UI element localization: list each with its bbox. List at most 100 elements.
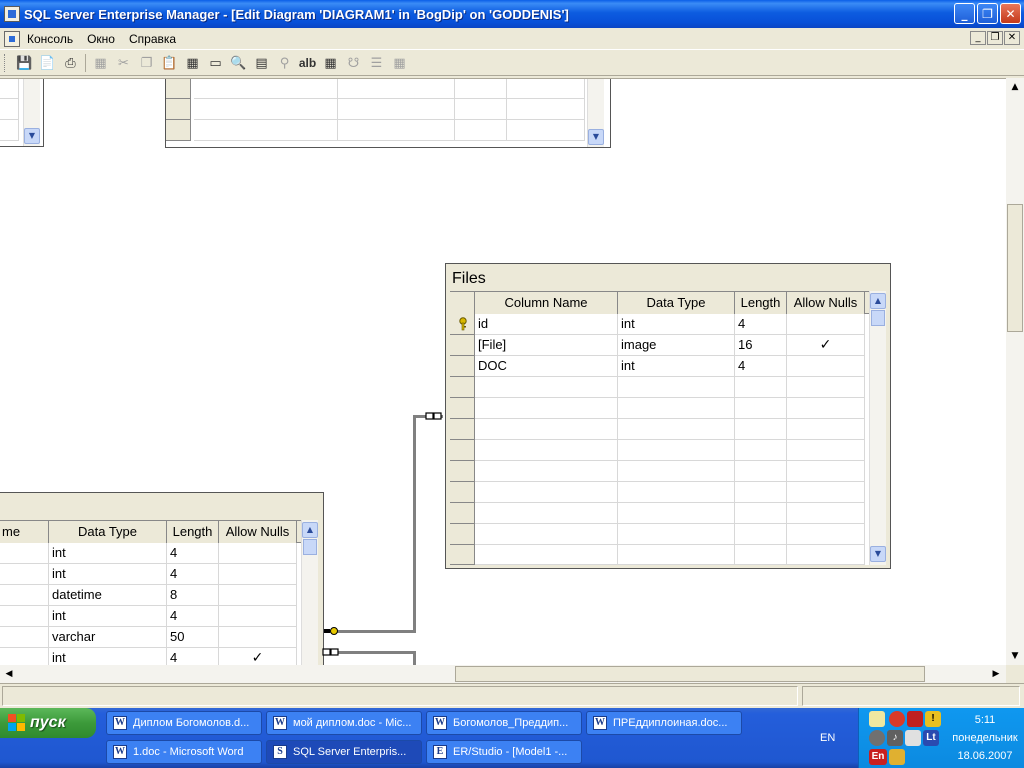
taskbar-button[interactable]: Wмой диплом.doc - Mic... (266, 711, 422, 735)
length-cell[interactable]: 4 (167, 564, 219, 585)
mdi-minimize-button[interactable]: _ (970, 31, 986, 45)
manage-indexes-icon[interactable]: ☰ (365, 52, 388, 74)
tray-app-icon[interactable] (889, 711, 905, 727)
allow-nulls-cell[interactable] (219, 564, 297, 585)
language-indicator[interactable]: EN (820, 732, 835, 744)
allow-nulls-cell[interactable] (219, 585, 297, 606)
row-selector[interactable] (450, 440, 475, 461)
horizontal-scroll-thumb[interactable] (455, 666, 925, 682)
zoom-icon[interactable]: 🔍 (227, 52, 250, 74)
minimize-button[interactable]: _ (954, 3, 975, 24)
data-type-cell[interactable]: varchar (49, 627, 167, 648)
length-cell[interactable]: 4 (735, 314, 787, 335)
new-table-icon[interactable]: ▦ (89, 52, 112, 74)
row-selector[interactable] (450, 314, 475, 335)
row-selector[interactable] (450, 524, 475, 545)
data-type-cell[interactable]: int (49, 606, 167, 627)
save-icon[interactable]: 💾 (13, 52, 36, 74)
tray-app-icon[interactable]: Lt (923, 730, 939, 746)
taskbar-button[interactable]: E ER/Studio - [Model1 -... (426, 740, 582, 764)
mdi-restore-button[interactable]: ❐ (987, 31, 1003, 45)
length-cell[interactable]: 8 (167, 585, 219, 606)
scroll-thumb[interactable] (303, 539, 317, 555)
toolbar-grip[interactable] (4, 54, 7, 72)
scroll-down-icon[interactable]: ▼ (1007, 648, 1023, 664)
scroll-down-icon[interactable]: ▼ (588, 129, 604, 145)
length-cell[interactable]: 4 (735, 356, 787, 377)
data-type-cell[interactable]: int (49, 564, 167, 585)
table-title[interactable]: Files (446, 264, 890, 291)
text-annotation-button[interactable]: alb (296, 52, 319, 74)
header-length[interactable]: Length (735, 292, 787, 314)
partial-table-top-left[interactable]: ▼ (0, 79, 44, 147)
row-selector[interactable] (450, 419, 475, 440)
cut-icon[interactable]: ✂ (112, 52, 135, 74)
relationship-line[interactable] (330, 630, 416, 633)
start-button[interactable]: пуск (0, 708, 96, 738)
print-icon[interactable]: ⎙ (59, 52, 82, 74)
length-cell[interactable]: 4 (167, 606, 219, 627)
relationship-line[interactable] (330, 651, 416, 654)
scroll-left-icon[interactable]: ◀ (1, 666, 17, 682)
header-allow-nulls[interactable]: Allow Nulls (787, 292, 865, 314)
scroll-down-icon[interactable]: ▼ (870, 546, 886, 562)
row-selector[interactable] (450, 335, 475, 356)
scroll-right-icon[interactable]: ▶ (988, 666, 1004, 682)
row-selector[interactable] (450, 356, 475, 377)
column-name-cell[interactable]: id (475, 314, 618, 335)
header-row-selector[interactable] (450, 292, 475, 314)
allow-nulls-cell[interactable]: ✓ (219, 648, 297, 665)
column-name-cell[interactable]: DOC (475, 356, 618, 377)
column-name-cell[interactable]: [File] (475, 335, 618, 356)
copy-icon[interactable]: ❐ (135, 52, 158, 74)
layout-icon[interactable]: ▤ (250, 52, 273, 74)
row-selector[interactable] (450, 461, 475, 482)
relationship-line[interactable] (413, 651, 416, 665)
clock[interactable]: 5:11 понедельник 18.06.2007 (947, 711, 1023, 765)
tray-app-icon[interactable] (889, 749, 905, 765)
header-allow-nulls[interactable]: Allow Nulls (219, 521, 297, 543)
data-type-cell[interactable]: int (618, 314, 735, 335)
app-icon[interactable] (4, 6, 20, 22)
diagram-canvas[interactable]: ▼ ▼ Files Column Name Data Type Length A… (0, 78, 1006, 665)
allow-nulls-cell[interactable] (787, 356, 865, 377)
files-table[interactable]: Files Column Name Data Type Length Allow… (445, 263, 891, 569)
allow-nulls-cell[interactable]: ✓ (787, 335, 865, 356)
save-change-script-icon[interactable]: 📄 (36, 52, 59, 74)
taskbar-button[interactable]: W ПРЕддиплоиная.doc... (586, 711, 742, 735)
row-selector[interactable] (450, 398, 475, 419)
warning-icon[interactable]: ! (925, 711, 941, 727)
data-type-cell[interactable]: datetime (49, 585, 167, 606)
scroll-thumb[interactable] (871, 310, 885, 326)
console-icon[interactable] (4, 30, 20, 47)
row-selector[interactable] (450, 545, 475, 565)
scroll-up-icon[interactable]: ▲ (870, 293, 886, 309)
horizontal-scrollbar[interactable]: ◀ ▶ (0, 665, 1006, 683)
length-cell[interactable]: 50 (167, 627, 219, 648)
length-cell[interactable]: 4 (167, 543, 219, 564)
vertical-scroll-thumb[interactable] (1007, 204, 1023, 332)
data-type-cell[interactable]: image (618, 335, 735, 356)
header-length[interactable]: Length (167, 521, 219, 543)
taskbar-button[interactable]: W Богомолов_Преддип... (426, 711, 582, 735)
relationships-icon[interactable]: ☋ (342, 52, 365, 74)
properties-icon[interactable]: ▦ (388, 52, 411, 74)
menu-window[interactable]: Окно (80, 32, 122, 46)
insert-column-icon[interactable]: ▭ (204, 52, 227, 74)
row-selector[interactable] (450, 482, 475, 503)
allow-nulls-cell[interactable] (219, 627, 297, 648)
data-type-cell[interactable]: int (49, 648, 167, 665)
mdi-close-button[interactable]: ✕ (1004, 31, 1020, 45)
primary-key-icon[interactable]: ⚲ (273, 52, 296, 74)
partial-table-bottom-left[interactable]: me Data Type Length Allow Nulls int 4 in… (0, 492, 324, 665)
tray-app-icon[interactable] (869, 730, 885, 746)
length-cell[interactable]: 16 (735, 335, 787, 356)
data-type-cell[interactable]: int (49, 543, 167, 564)
scroll-up-icon[interactable]: ▲ (1007, 79, 1023, 95)
header-column-name[interactable]: me (0, 521, 49, 543)
close-button[interactable]: ✕ (1000, 3, 1021, 24)
files-table-scrollbar[interactable]: ▲ ▼ (869, 291, 886, 565)
partial-table-top[interactable]: ▼ (165, 79, 611, 148)
taskbar-button[interactable]: W Диплом Богомолов.d... (106, 711, 262, 735)
allow-nulls-cell[interactable] (219, 543, 297, 564)
